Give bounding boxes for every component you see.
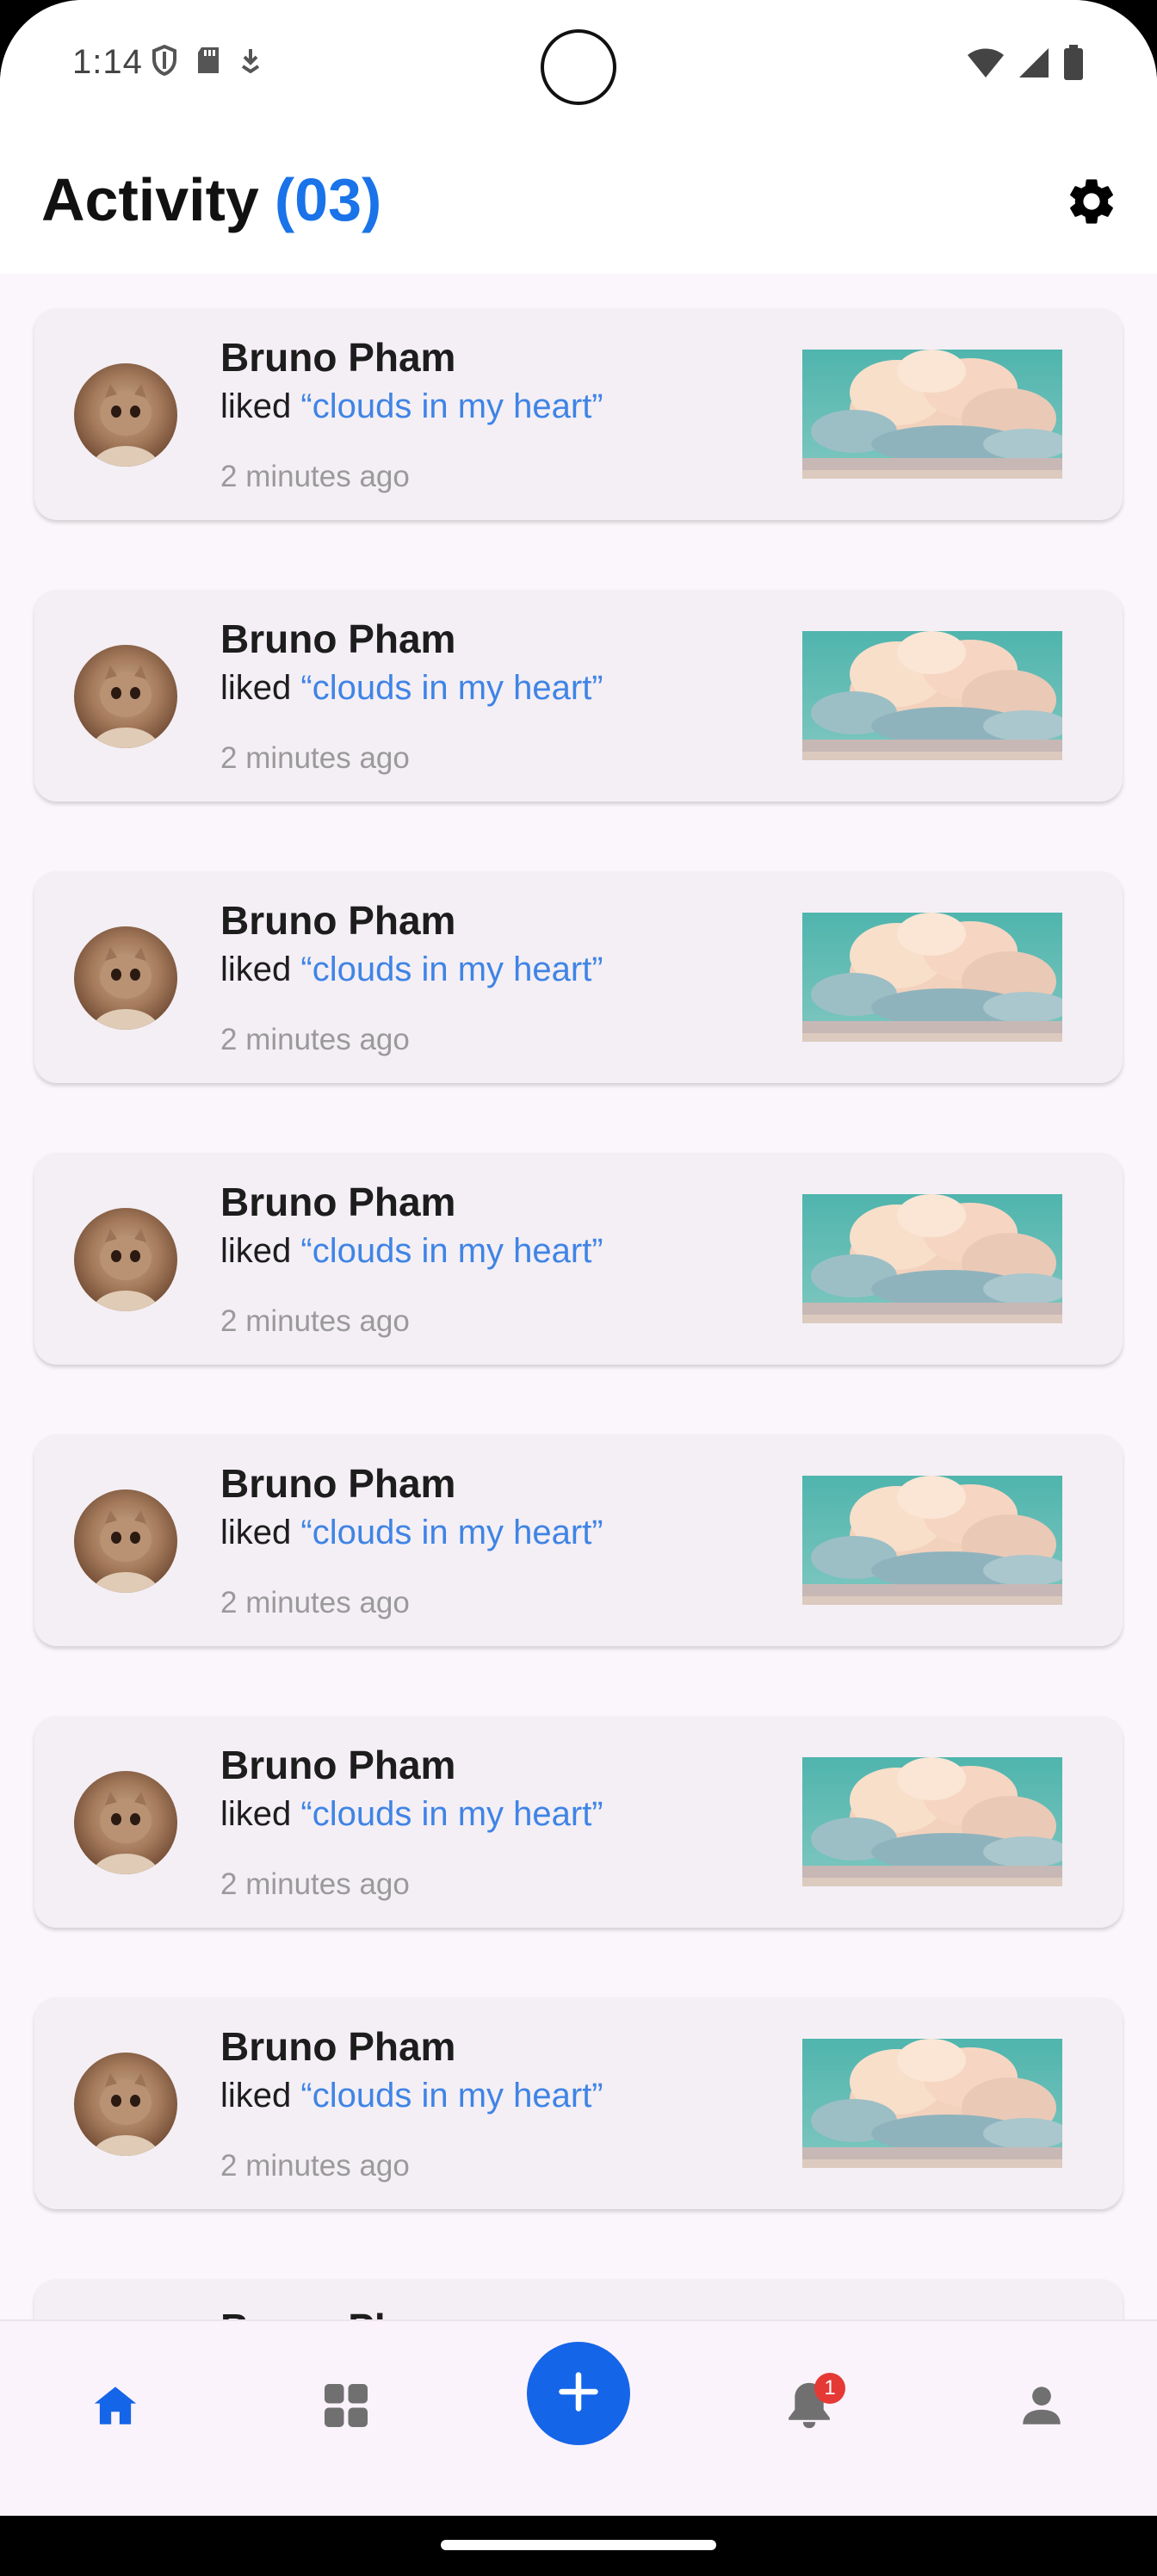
add-icon: [556, 2369, 601, 2418]
activity-count: (03): [274, 166, 382, 233]
status-icons-right: [966, 45, 1085, 85]
add-post-button[interactable]: [527, 2342, 630, 2445]
status-bar: 1:14: [0, 0, 1157, 129]
activity-text: liked “clouds in my heart”: [220, 387, 603, 426]
avatar[interactable]: [74, 645, 177, 748]
nav-notifications[interactable]: 1: [766, 2364, 852, 2450]
timestamp: 2 minutes ago: [220, 1586, 410, 1619]
activity-card[interactable]: Bruno Pham liked “clouds in my heart” 2 …: [34, 1997, 1123, 2209]
avatar[interactable]: [74, 1489, 177, 1593]
timestamp: 2 minutes ago: [220, 1867, 410, 1901]
sd-card-icon: [196, 46, 220, 79]
home-gesture-handle[interactable]: [441, 2540, 716, 2550]
home-icon: [90, 2381, 140, 2435]
action-verb: liked: [220, 1232, 292, 1270]
post-title-link[interactable]: “clouds in my heart”: [300, 669, 603, 707]
action-verb: liked: [220, 387, 292, 425]
user-name[interactable]: Bruno Pham: [220, 2305, 455, 2319]
notification-badge: 1: [814, 2373, 845, 2404]
nav-home[interactable]: [72, 2364, 158, 2450]
user-name[interactable]: Bruno Pham: [220, 1179, 455, 1225]
post-thumbnail[interactable]: [802, 1476, 1062, 1605]
action-verb: liked: [220, 2077, 292, 2115]
download-arrow-icon: [239, 47, 262, 77]
person-icon: [1017, 2381, 1067, 2435]
bottom-navigation: 1: [0, 2319, 1157, 2516]
user-name[interactable]: Bruno Pham: [220, 897, 455, 944]
post-title-link[interactable]: “clouds in my heart”: [300, 951, 603, 988]
avatar[interactable]: [74, 1771, 177, 1874]
page-title: Activity (03): [41, 165, 381, 234]
post-title-link[interactable]: “clouds in my heart”: [300, 387, 603, 425]
user-name[interactable]: Bruno Pham: [220, 1460, 455, 1507]
timestamp: 2 minutes ago: [220, 460, 410, 493]
user-name[interactable]: Bruno Pham: [220, 2023, 455, 2070]
post-thumbnail[interactable]: [802, 350, 1062, 479]
post-title-link[interactable]: “clouds in my heart”: [300, 2077, 603, 2115]
post-title-link[interactable]: “clouds in my heart”: [300, 1795, 603, 1833]
avatar[interactable]: [74, 1208, 177, 1311]
post-thumbnail[interactable]: [802, 913, 1062, 1042]
activity-text: liked “clouds in my heart”: [220, 2077, 603, 2115]
activity-card[interactable]: Bruno Pham liked “clouds in my heart” 2 …: [34, 1434, 1123, 1646]
app-header: Activity (03): [0, 129, 1157, 274]
post-title-link[interactable]: “clouds in my heart”: [300, 1232, 603, 1270]
user-name[interactable]: Bruno Pham: [220, 334, 455, 381]
wifi-icon: [966, 46, 1005, 84]
battery-icon: [1062, 45, 1085, 85]
status-icons-left: [152, 44, 262, 80]
user-name[interactable]: Bruno Pham: [220, 616, 455, 662]
post-thumbnail[interactable]: [802, 1194, 1062, 1323]
status-time: 1:14: [72, 43, 143, 81]
timestamp: 2 minutes ago: [220, 741, 410, 775]
post-thumbnail[interactable]: [802, 1757, 1062, 1886]
settings-button[interactable]: [1061, 172, 1123, 234]
activity-card[interactable]: Bruno Pham liked “clouds in my heart” 2 …: [34, 871, 1123, 1083]
avatar[interactable]: [74, 926, 177, 1030]
nav-profile[interactable]: [999, 2364, 1085, 2450]
activity-text: liked “clouds in my heart”: [220, 951, 603, 989]
activity-card[interactable]: Bruno Pham liked “clouds in my heart” 2 …: [34, 1716, 1123, 1928]
timestamp: 2 minutes ago: [220, 2149, 410, 2183]
timestamp: 2 minutes ago: [220, 1304, 410, 1338]
avatar[interactable]: [74, 2053, 177, 2156]
avatar[interactable]: [74, 363, 177, 467]
post-thumbnail[interactable]: [802, 2039, 1062, 2168]
activity-text: liked “clouds in my heart”: [220, 669, 603, 708]
grid-icon: [320, 2380, 372, 2436]
nav-grid[interactable]: [303, 2364, 389, 2450]
activity-card[interactable]: Bruno Pham: [34, 2279, 1123, 2319]
action-verb: liked: [220, 1795, 292, 1833]
phone-screen: 1:14 Activity (03) Bruno Pham liked “clo…: [0, 0, 1157, 2576]
post-title-link[interactable]: “clouds in my heart”: [300, 1514, 603, 1551]
system-gesture-area: [0, 2516, 1157, 2576]
page-title-text: Activity: [41, 166, 259, 233]
action-verb: liked: [220, 669, 292, 707]
camera-cutout: [541, 29, 616, 105]
action-verb: liked: [220, 951, 292, 988]
user-name[interactable]: Bruno Pham: [220, 1742, 455, 1788]
action-verb: liked: [220, 1514, 292, 1551]
activity-card[interactable]: Bruno Pham liked “clouds in my heart” 2 …: [34, 1153, 1123, 1365]
activity-list[interactable]: Bruno Pham liked “clouds in my heart” 2 …: [0, 274, 1157, 2319]
timestamp: 2 minutes ago: [220, 1023, 410, 1056]
activity-text: liked “clouds in my heart”: [220, 1232, 603, 1271]
cellular-signal-icon: [1018, 46, 1050, 84]
shield-icon: [152, 44, 177, 80]
activity-card[interactable]: Bruno Pham liked “clouds in my heart” 2 …: [34, 590, 1123, 802]
activity-text: liked “clouds in my heart”: [220, 1514, 603, 1552]
activity-card[interactable]: Bruno Pham liked “clouds in my heart” 2 …: [34, 308, 1123, 520]
post-thumbnail[interactable]: [802, 631, 1062, 760]
activity-text: liked “clouds in my heart”: [220, 1795, 603, 1834]
gear-icon: [1064, 174, 1119, 233]
